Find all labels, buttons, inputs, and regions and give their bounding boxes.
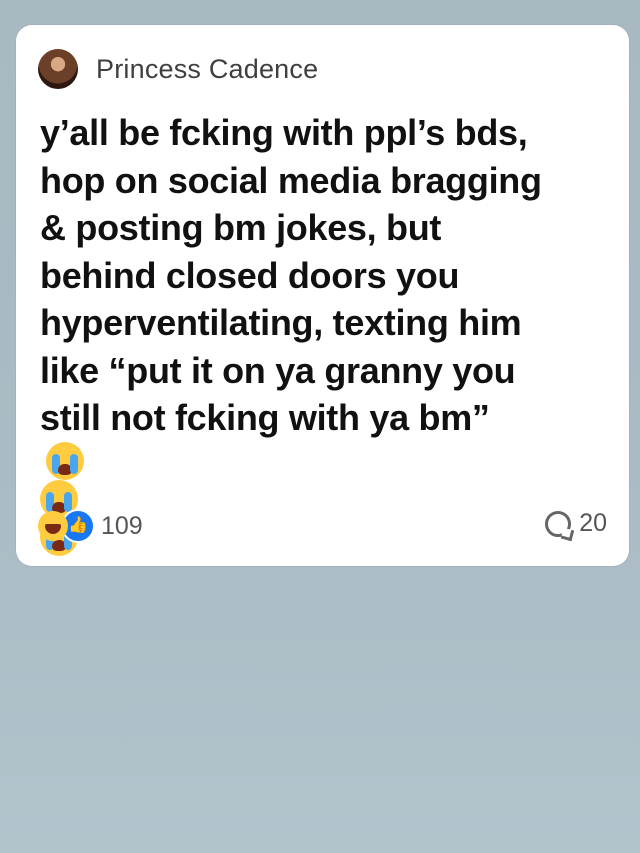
comments-summary[interactable]: 20 — [545, 509, 607, 538]
post-line: like “put it on ya granny you — [40, 349, 516, 391]
author-name[interactable]: Princess Cadence — [96, 54, 318, 85]
post-card: Princess Cadence y’all be fcking with pp… — [16, 25, 629, 566]
reactions-summary[interactable]: 👍 109 — [38, 509, 143, 543]
comment-icon — [545, 510, 572, 537]
post-line: still not fcking with ya bm” — [40, 397, 490, 438]
post-footer: 👍 109 20 — [38, 509, 607, 545]
loudly-crying-face-icon — [46, 441, 84, 480]
post-text: y’all be fcking with ppl’s bds, hop on s… — [40, 109, 615, 556]
haha-reaction-icon — [38, 511, 68, 541]
post-line: y’all be fcking with ppl’s bds, — [40, 112, 528, 153]
post-line: behind closed doors you — [40, 254, 460, 296]
post-line: & posting bm jokes, but — [40, 207, 442, 248]
post-line: hop on social media bragging — [40, 159, 542, 201]
post-line: hyperventilating, texting him — [40, 302, 522, 343]
post-line-with-emoji: still not fcking with ya bm” — [40, 394, 615, 480]
reaction-count: 109 — [101, 511, 143, 540]
post-header: Princess Cadence — [38, 49, 318, 89]
comment-count: 20 — [579, 509, 607, 537]
avatar[interactable] — [38, 49, 78, 89]
